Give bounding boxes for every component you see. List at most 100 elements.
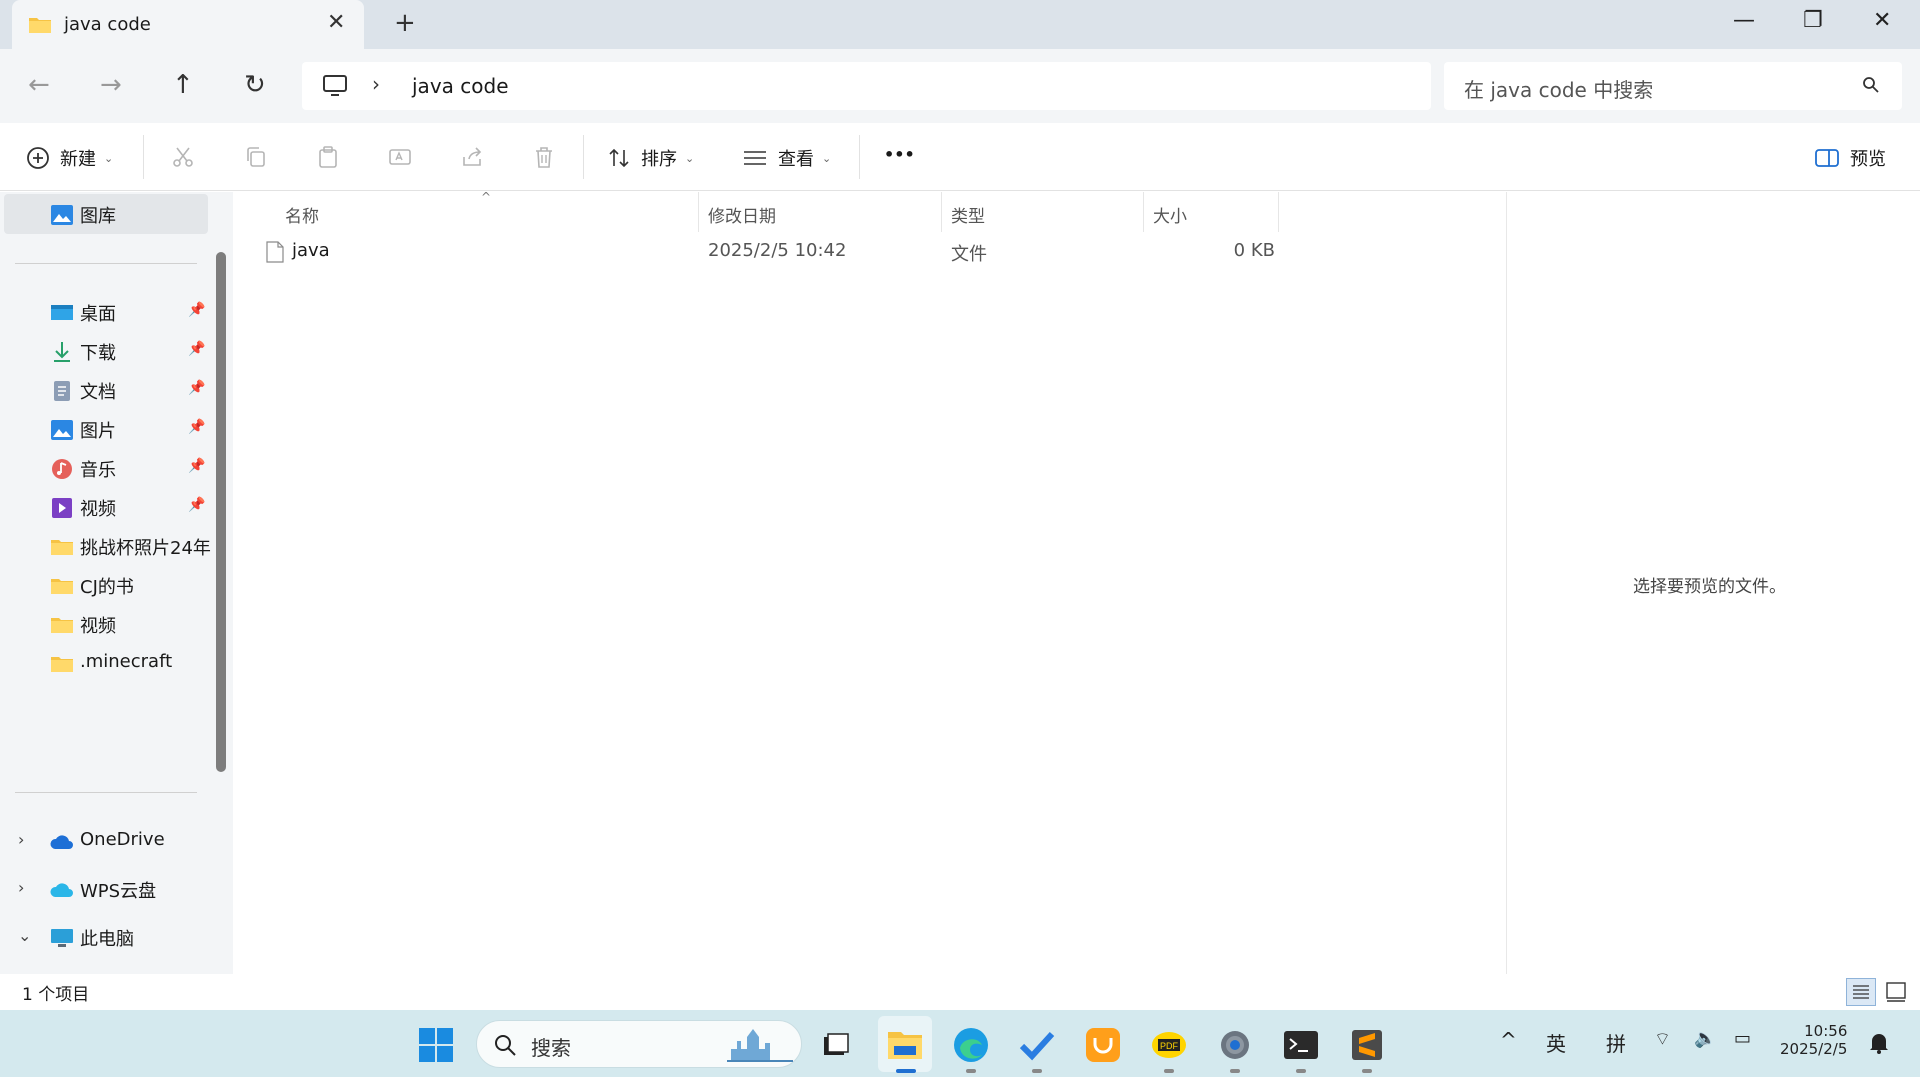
sidebar-item-wps-cloud[interactable]: › WPS云盘 <box>0 869 210 909</box>
ime-mode-indicator[interactable]: 拼 <box>1606 1028 1626 1057</box>
sidebar-item-folder[interactable]: 视频 <box>0 604 210 644</box>
sidebar-item-downloads[interactable]: 下载 📌 <box>0 331 210 371</box>
taskbar-search-input[interactable]: 搜索 <box>531 1032 571 1061</box>
column-divider[interactable] <box>698 192 699 232</box>
sublime-text-icon[interactable] <box>1348 1026 1386 1064</box>
sidebar-item-documents[interactable]: 文档 📌 <box>0 370 210 410</box>
sidebar-item-music[interactable]: 音乐 📌 <box>0 448 210 488</box>
sidebar-item-folder[interactable]: .minecraft <box>0 643 210 683</box>
svg-text:PDF: PDF <box>1160 1041 1179 1051</box>
search-highlight-icon <box>727 1029 793 1062</box>
column-divider[interactable] <box>941 192 942 232</box>
notification-bell-icon[interactable] <box>1868 1032 1890 1054</box>
close-tab-button[interactable]: ✕ <box>327 10 345 35</box>
wifi-icon[interactable]: ⌔ <box>1654 1028 1671 1051</box>
search-icon <box>495 1035 516 1056</box>
refresh-icon[interactable]: ↻ <box>244 70 266 100</box>
taskbar: 搜索 PDF ^ 英 拼 ⌔ 🔈 ▭ 10:56 2025/2/5 <box>0 1010 1920 1077</box>
back-arrow-icon[interactable]: ← <box>28 70 50 100</box>
column-header-modified[interactable]: 修改日期 <box>708 202 776 227</box>
sidebar-item-folder[interactable]: 挑战杯照片24年 <box>0 526 211 566</box>
table-row[interactable]: java 2025/2/5 10:42 文件 0 KB <box>260 232 1275 272</box>
terminal-icon[interactable] <box>1282 1026 1320 1064</box>
volume-icon[interactable]: 🔈 <box>1694 1028 1716 1049</box>
sidebar-item-gallery[interactable]: 图库 <box>4 194 208 234</box>
column-header-type[interactable]: 类型 <box>951 202 985 227</box>
music-icon <box>52 459 72 479</box>
file-icon <box>266 241 284 263</box>
sidebar-scrollbar[interactable] <box>216 252 226 772</box>
plus-circle-icon <box>27 147 49 169</box>
copy-icon[interactable] <box>244 145 268 169</box>
item-count: 1 个项目 <box>22 985 90 1005</box>
sort-label: 排序 <box>641 149 677 170</box>
chevron-down-icon: ⌄ <box>822 151 832 165</box>
breadcrumb-java-code[interactable]: java code <box>412 74 509 98</box>
battery-icon[interactable]: ▭ <box>1734 1028 1751 1049</box>
view-list-icon <box>744 151 766 165</box>
file-explorer-icon[interactable] <box>886 1026 924 1064</box>
search-input[interactable]: 在 java code 中搜索 <box>1464 74 1653 103</box>
preview-message: 选择要预览的文件。 <box>1633 577 1786 597</box>
paste-icon[interactable] <box>316 145 340 169</box>
pdf-reader-icon[interactable]: PDF <box>1150 1026 1188 1064</box>
view-button[interactable]: 查看 ⌄ <box>742 145 831 171</box>
new-button[interactable]: 新建 ⌄ <box>26 145 113 171</box>
sidebar-item-label: 文档 <box>80 382 116 403</box>
sidebar-item-this-pc[interactable]: ⌄ 此电脑 <box>0 917 210 957</box>
address-bar[interactable]: › java code <box>302 62 1431 110</box>
breadcrumb-separator[interactable]: › <box>372 72 380 96</box>
rename-icon[interactable] <box>388 145 412 169</box>
running-indicator <box>966 1069 976 1073</box>
tray-overflow-chevron-icon[interactable]: ^ <box>1500 1028 1517 1052</box>
column-header-size[interactable]: 大小 <box>1153 202 1187 227</box>
pin-icon: 📌 <box>188 302 206 318</box>
tab-java-code[interactable]: java code ✕ <box>12 0 364 49</box>
sidebar-item-onedrive[interactable]: › OneDrive <box>0 821 210 861</box>
expand-chevron-icon[interactable]: › <box>18 830 24 849</box>
preview-pane-button[interactable]: 预览 <box>1814 145 1886 171</box>
divider <box>15 792 197 793</box>
details-view-icon[interactable] <box>1846 978 1876 1006</box>
column-header-name[interactable]: 名称 <box>285 202 319 227</box>
edge-browser-icon[interactable] <box>952 1026 990 1064</box>
taskbar-search[interactable]: 搜索 <box>476 1020 802 1068</box>
restore-button[interactable]: ❐ <box>1803 8 1823 33</box>
todo-checkmark-icon[interactable] <box>1018 1026 1056 1064</box>
sidebar-item-desktop[interactable]: 桌面 📌 <box>0 292 210 332</box>
system-clock[interactable]: 10:56 2025/2/5 <box>1780 1022 1847 1058</box>
sidebar-item-videos[interactable]: 视频 📌 <box>0 487 210 527</box>
new-tab-button[interactable]: + <box>394 8 416 38</box>
minimize-button[interactable]: — <box>1733 8 1755 33</box>
forward-arrow-icon[interactable]: → <box>100 70 122 100</box>
column-divider[interactable] <box>1143 192 1144 232</box>
active-indicator <box>896 1069 916 1073</box>
folder-icon <box>29 18 51 33</box>
sidebar-item-label: WPS云盘 <box>80 881 157 902</box>
search-box[interactable]: 在 java code 中搜索 <box>1444 62 1902 110</box>
task-view-icon[interactable] <box>820 1029 852 1061</box>
expand-chevron-icon[interactable]: › <box>18 878 24 897</box>
delete-icon[interactable] <box>532 145 556 169</box>
clock-date: 2025/2/5 <box>1780 1040 1848 1058</box>
title-bar: java code ✕ + — ❐ ✕ <box>0 0 1920 49</box>
tiles-view-icon[interactable] <box>1884 980 1908 1004</box>
sort-button[interactable]: 排序 ⌄ <box>607 145 694 171</box>
more-options-button[interactable]: ••• <box>884 145 915 164</box>
share-icon[interactable] <box>460 145 484 169</box>
shopping-app-icon[interactable] <box>1084 1026 1122 1064</box>
up-arrow-icon[interactable]: ↑ <box>172 70 194 100</box>
running-indicator <box>1362 1069 1372 1073</box>
sidebar-item-folder[interactable]: CJ的书 <box>0 565 210 605</box>
sidebar-item-pictures[interactable]: 图片 📌 <box>0 409 210 449</box>
close-window-button[interactable]: ✕ <box>1873 8 1891 33</box>
preview-pane: 选择要预览的文件。 <box>1506 192 1920 974</box>
cut-icon[interactable] <box>171 145 195 169</box>
start-windows-icon[interactable] <box>418 1027 454 1063</box>
file-modified: 2025/2/5 10:42 <box>708 240 847 261</box>
column-divider[interactable] <box>1278 192 1279 232</box>
ime-language-indicator[interactable]: 英 <box>1546 1028 1566 1057</box>
running-indicator <box>1032 1069 1042 1073</box>
collapse-chevron-icon[interactable]: ⌄ <box>18 926 31 945</box>
settings-gear-icon[interactable] <box>1216 1026 1254 1064</box>
